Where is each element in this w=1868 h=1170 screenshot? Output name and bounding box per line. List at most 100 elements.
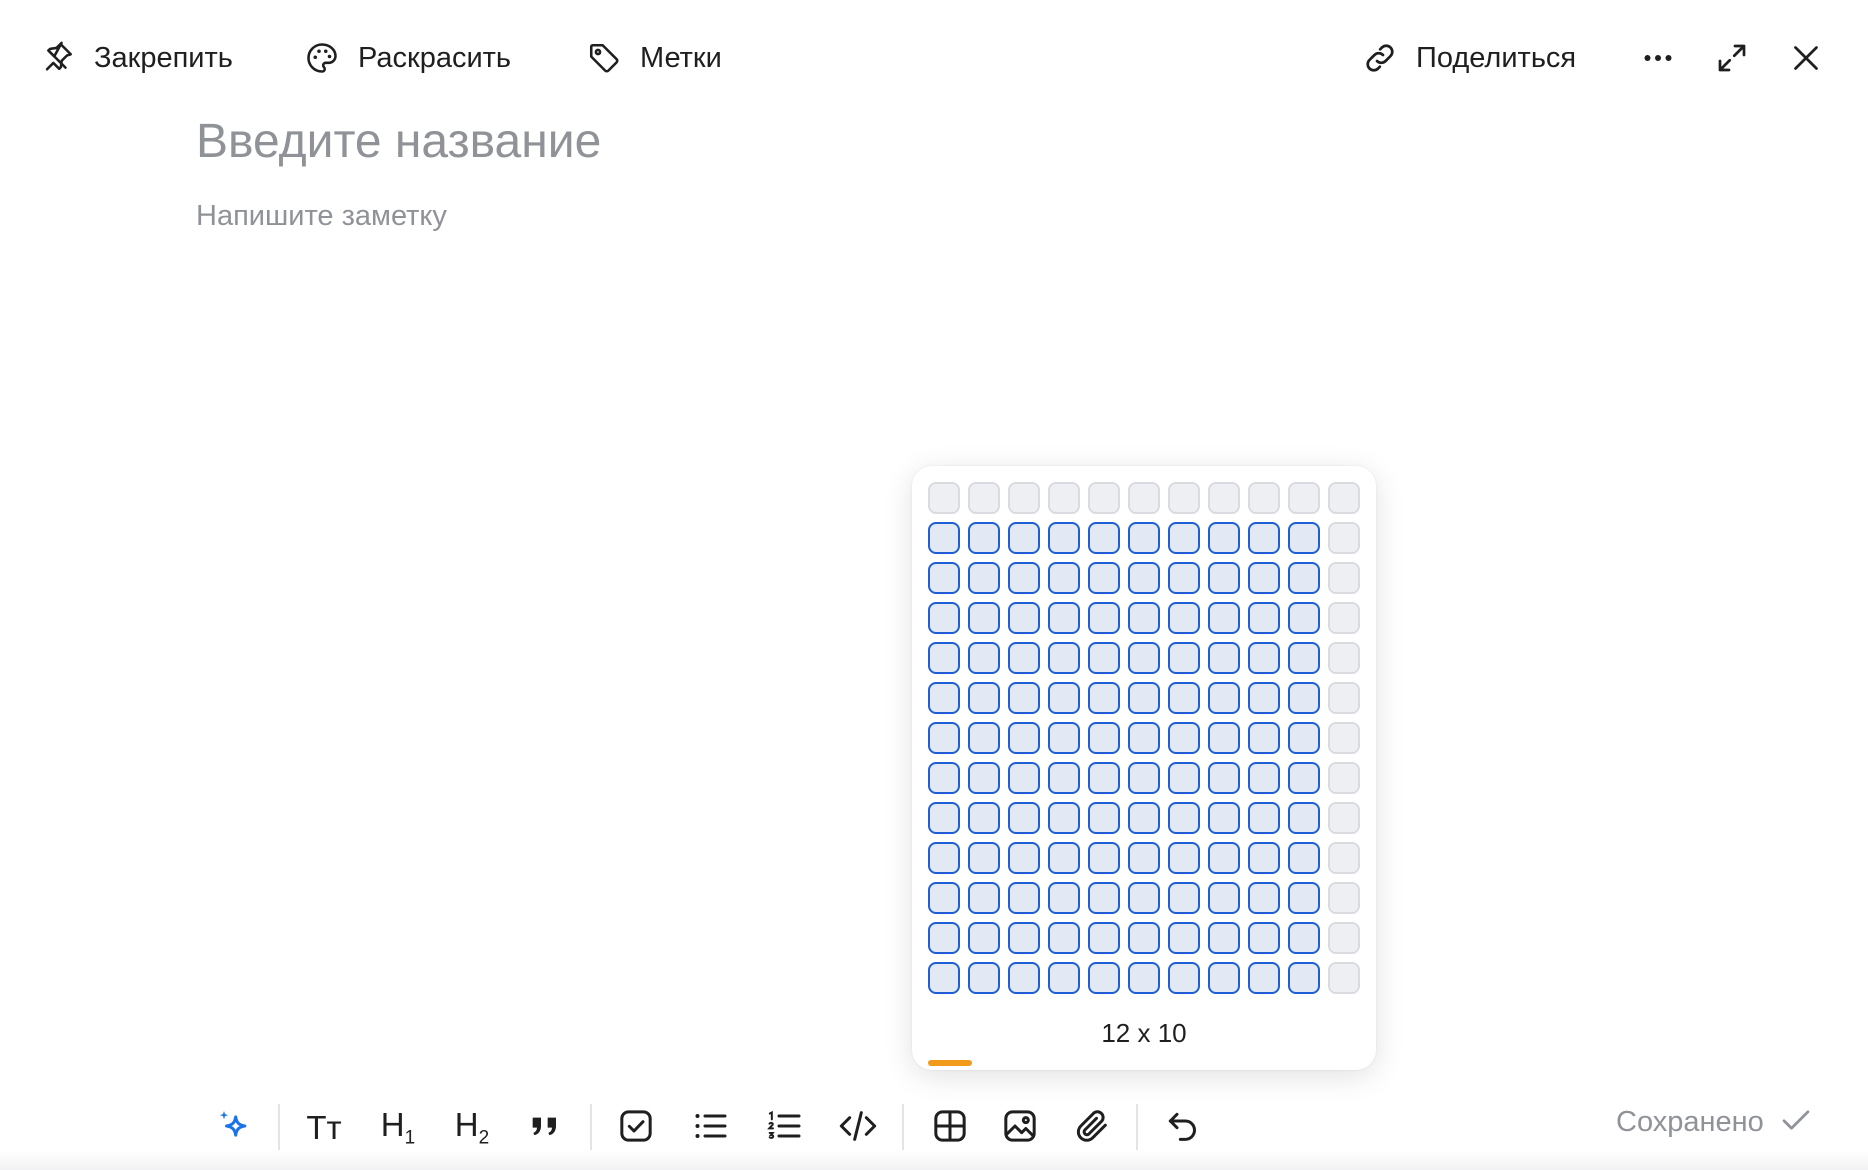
pin-button[interactable]: Закрепить: [38, 30, 233, 86]
checklist-button[interactable]: [608, 1100, 664, 1156]
table-size-cell[interactable]: [968, 842, 1000, 874]
table-size-cell[interactable]: [1288, 642, 1320, 674]
table-size-cell[interactable]: [1048, 682, 1080, 714]
table-size-cell[interactable]: [1048, 762, 1080, 794]
close-button[interactable]: [1786, 30, 1826, 86]
table-size-cell[interactable]: [1008, 642, 1040, 674]
table-size-cell[interactable]: [1048, 802, 1080, 834]
table-size-cell[interactable]: [1328, 922, 1360, 954]
table-size-cell[interactable]: [968, 602, 1000, 634]
table-size-cell[interactable]: [1288, 842, 1320, 874]
table-size-cell[interactable]: [1248, 562, 1280, 594]
table-size-cell[interactable]: [1008, 562, 1040, 594]
table-size-cell[interactable]: [1328, 482, 1360, 514]
table-size-cell[interactable]: [928, 842, 960, 874]
table-size-cell[interactable]: [1168, 522, 1200, 554]
undo-button[interactable]: [1154, 1100, 1210, 1156]
table-size-cell[interactable]: [1088, 762, 1120, 794]
table-size-cell[interactable]: [1208, 562, 1240, 594]
table-size-cell[interactable]: [928, 682, 960, 714]
table-size-cell[interactable]: [1328, 802, 1360, 834]
heading2-button[interactable]: H2: [444, 1100, 500, 1156]
table-size-cell[interactable]: [1088, 522, 1120, 554]
table-size-cell[interactable]: [1328, 602, 1360, 634]
table-size-cell[interactable]: [1208, 602, 1240, 634]
table-size-cell[interactable]: [1128, 802, 1160, 834]
table-size-cell[interactable]: [928, 962, 960, 994]
table-size-cell[interactable]: [1008, 482, 1040, 514]
table-size-cell[interactable]: [1248, 602, 1280, 634]
table-size-cell[interactable]: [1328, 522, 1360, 554]
table-size-cell[interactable]: [1288, 682, 1320, 714]
table-size-cell[interactable]: [1088, 802, 1120, 834]
table-size-cell[interactable]: [1048, 482, 1080, 514]
table-size-cell[interactable]: [1048, 642, 1080, 674]
table-size-cell[interactable]: [1008, 882, 1040, 914]
note-title-input[interactable]: Введите название: [196, 114, 601, 169]
table-size-cell[interactable]: [1328, 722, 1360, 754]
table-size-cell[interactable]: [968, 762, 1000, 794]
code-button[interactable]: [830, 1100, 886, 1156]
table-size-cell[interactable]: [1008, 602, 1040, 634]
table-size-cell[interactable]: [1208, 642, 1240, 674]
table-size-cell[interactable]: [1328, 642, 1360, 674]
table-size-cell[interactable]: [1128, 762, 1160, 794]
text-size-button[interactable]: Тт: [296, 1100, 352, 1156]
heading1-button[interactable]: H1: [370, 1100, 426, 1156]
table-size-cell[interactable]: [1048, 922, 1080, 954]
table-size-cell[interactable]: [1048, 602, 1080, 634]
table-size-cell[interactable]: [1048, 522, 1080, 554]
table-size-cell[interactable]: [1328, 962, 1360, 994]
table-size-cell[interactable]: [1088, 642, 1120, 674]
table-size-cell[interactable]: [1128, 602, 1160, 634]
table-size-cell[interactable]: [928, 562, 960, 594]
table-button[interactable]: [922, 1100, 978, 1156]
table-size-cell[interactable]: [1168, 762, 1200, 794]
table-size-cell[interactable]: [1008, 682, 1040, 714]
color-button[interactable]: Раскрасить: [302, 30, 511, 86]
table-size-cell[interactable]: [1048, 882, 1080, 914]
table-size-cell[interactable]: [1008, 922, 1040, 954]
table-size-cell[interactable]: [1008, 522, 1040, 554]
table-size-cell[interactable]: [1008, 802, 1040, 834]
table-size-cell[interactable]: [1208, 842, 1240, 874]
table-size-cell[interactable]: [1208, 682, 1240, 714]
table-size-cell[interactable]: [1288, 922, 1320, 954]
table-size-cell[interactable]: [968, 962, 1000, 994]
table-size-cell[interactable]: [1048, 842, 1080, 874]
ai-assistant-button[interactable]: [206, 1100, 262, 1156]
table-size-cell[interactable]: [1088, 602, 1120, 634]
table-size-cell[interactable]: [928, 922, 960, 954]
table-size-cell[interactable]: [928, 882, 960, 914]
table-size-cell[interactable]: [1008, 722, 1040, 754]
table-size-cell[interactable]: [1168, 962, 1200, 994]
table-size-cell[interactable]: [1048, 722, 1080, 754]
table-size-cell[interactable]: [1288, 962, 1320, 994]
table-size-cell[interactable]: [1128, 722, 1160, 754]
table-size-cell[interactable]: [1168, 802, 1200, 834]
table-size-cell[interactable]: [1328, 842, 1360, 874]
table-size-cell[interactable]: [1208, 482, 1240, 514]
table-size-cell[interactable]: [968, 562, 1000, 594]
table-size-cell[interactable]: [928, 602, 960, 634]
table-size-cell[interactable]: [968, 922, 1000, 954]
table-size-cell[interactable]: [1008, 762, 1040, 794]
table-size-cell[interactable]: [1168, 642, 1200, 674]
table-size-cell[interactable]: [1288, 802, 1320, 834]
table-size-cell[interactable]: [968, 882, 1000, 914]
note-body-input[interactable]: Напишите заметку: [196, 200, 447, 233]
table-size-cell[interactable]: [1248, 762, 1280, 794]
table-size-cell[interactable]: [968, 482, 1000, 514]
table-size-cell[interactable]: [1168, 882, 1200, 914]
table-size-cell[interactable]: [1168, 722, 1200, 754]
table-size-cell[interactable]: [1088, 722, 1120, 754]
table-size-cell[interactable]: [1048, 562, 1080, 594]
table-size-cell[interactable]: [928, 642, 960, 674]
table-size-cell[interactable]: [1128, 642, 1160, 674]
table-size-cell[interactable]: [1208, 922, 1240, 954]
table-size-cell[interactable]: [1048, 962, 1080, 994]
table-size-cell[interactable]: [1288, 562, 1320, 594]
table-size-cell[interactable]: [1208, 722, 1240, 754]
share-button[interactable]: Поделиться: [1360, 30, 1576, 86]
table-size-cell[interactable]: [1168, 922, 1200, 954]
